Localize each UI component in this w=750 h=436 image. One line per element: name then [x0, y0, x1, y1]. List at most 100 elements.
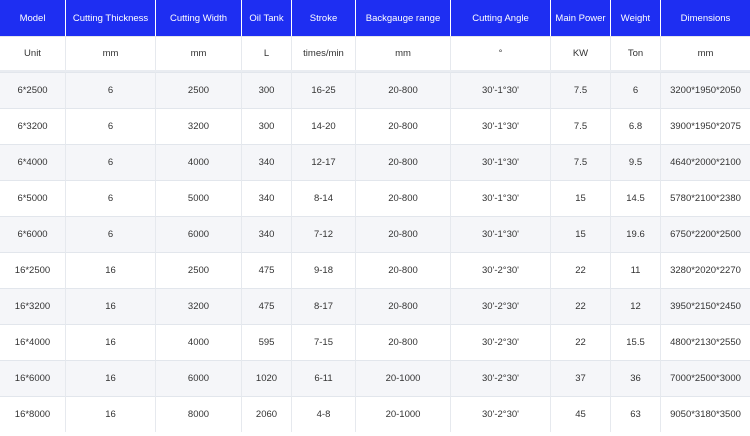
- table-cell: 1020: [242, 360, 292, 396]
- table-cell: 7-12: [292, 216, 356, 252]
- table-cell: 16: [66, 360, 156, 396]
- table-cell: 20-800: [356, 180, 451, 216]
- table-cell: 300: [242, 72, 292, 108]
- unit-cell: Unit: [0, 36, 66, 70]
- table-cell: 7000*2500*3000: [661, 360, 750, 396]
- table-cell: 4640*2000*2100: [661, 144, 750, 180]
- table-cell: 22: [551, 252, 611, 288]
- table-cell: 3950*2150*2450: [661, 288, 750, 324]
- table-cell: 6750*2200*2500: [661, 216, 750, 252]
- table-cell: 7.5: [551, 72, 611, 108]
- table-cell: 30'-1°30': [451, 108, 551, 144]
- table-cell: 7.5: [551, 108, 611, 144]
- table-cell: 4000: [156, 144, 242, 180]
- table-cell: 20-800: [356, 324, 451, 360]
- table-cell: 9050*3180*3500: [661, 396, 750, 432]
- table-cell: 6000: [156, 216, 242, 252]
- header-main-power: Main Power: [551, 0, 611, 36]
- table-cell: 9-18: [292, 252, 356, 288]
- table-row: 16*4000 16 4000 595 7-15 20-800 30'-2°30' 22 15.…: [0, 324, 750, 360]
- table-cell: 16*4000: [0, 324, 66, 360]
- table-cell: 63: [611, 396, 661, 432]
- table-cell: 2500: [156, 72, 242, 108]
- table-cell: 14.5: [611, 180, 661, 216]
- table-cell: 16*3200: [0, 288, 66, 324]
- table-cell: 20-800: [356, 252, 451, 288]
- table-cell: 8-14: [292, 180, 356, 216]
- header-model: Model: [0, 0, 66, 36]
- table-cell: 340: [242, 180, 292, 216]
- table-cell: 15: [551, 216, 611, 252]
- table-cell: 6*5000: [0, 180, 66, 216]
- unit-cell: mm: [356, 36, 451, 70]
- table-cell: 16: [66, 324, 156, 360]
- table-row: 16*2500 16 2500 475 9-18 20-800 30'-2°30' 22 11 3…: [0, 252, 750, 288]
- table-cell: 20-800: [356, 144, 451, 180]
- table-cell: 6: [66, 216, 156, 252]
- header-cutting-thickness: Cutting Thickness: [66, 0, 156, 36]
- header-weight: Weight: [611, 0, 661, 36]
- table-cell: 4-8: [292, 396, 356, 432]
- table-cell: 595: [242, 324, 292, 360]
- table-cell: 475: [242, 252, 292, 288]
- table-row: 6*3200 6 3200 300 14-20 20-800 30'-1°30' 7.5 6.8…: [0, 108, 750, 144]
- table-cell: 30'-1°30': [451, 216, 551, 252]
- table-row: 16*8000 16 8000 2060 4-8 20-1000 30'-2°30' 45 63…: [0, 396, 750, 432]
- table-cell: 6-11: [292, 360, 356, 396]
- header-stroke: Stroke: [292, 0, 356, 36]
- unit-cell: Ton: [611, 36, 661, 70]
- header-row: Model Cutting Thickness Cutting Width Oi…: [0, 0, 750, 36]
- table-cell: 7-15: [292, 324, 356, 360]
- unit-cell: °: [451, 36, 551, 70]
- table-cell: 12: [611, 288, 661, 324]
- unit-cell: mm: [156, 36, 242, 70]
- table-cell: 30'-1°30': [451, 180, 551, 216]
- unit-cell: times/min: [292, 36, 356, 70]
- table-cell: 2500: [156, 252, 242, 288]
- table-body: Unit mm mm Ltimes/min mm ° KW Ton mm 6*2500 6 2500 3…: [0, 36, 750, 432]
- table-row: 6*6000 6 6000 340 7-12 20-800 30'-1°30' 15 19.6 6…: [0, 216, 750, 252]
- table-cell: 300: [242, 108, 292, 144]
- table-cell: 15: [551, 180, 611, 216]
- table-cell: 22: [551, 288, 611, 324]
- table-cell: 30'-2°30': [451, 360, 551, 396]
- table-cell: 6*2500: [0, 72, 66, 108]
- table-cell: 340: [242, 216, 292, 252]
- table-cell: 20-1000: [356, 396, 451, 432]
- table-cell: 22: [551, 324, 611, 360]
- table-cell: 5000: [156, 180, 242, 216]
- table-cell: 16*8000: [0, 396, 66, 432]
- table-cell: 6*4000: [0, 144, 66, 180]
- table-cell: 16: [66, 396, 156, 432]
- header-cutting-angle: Cutting Angle: [451, 0, 551, 36]
- table-cell: 19.6: [611, 216, 661, 252]
- table-cell: 4800*2130*2550: [661, 324, 750, 360]
- table-cell: 20-800: [356, 216, 451, 252]
- table-cell: 475: [242, 288, 292, 324]
- table-cell: 14-20: [292, 108, 356, 144]
- table-cell: 3900*1950*2075: [661, 108, 750, 144]
- table-cell: 16*6000: [0, 360, 66, 396]
- table-cell: 30'-2°30': [451, 252, 551, 288]
- table-cell: 20-800: [356, 288, 451, 324]
- unit-cell: mm: [661, 36, 750, 70]
- table-cell: 6: [611, 72, 661, 108]
- table-row: 16*3200 16 3200 475 8-17 20-800 30'-2°30' 22 12 3…: [0, 288, 750, 324]
- table-cell: 7.5: [551, 144, 611, 180]
- table-row: 6*4000 6 4000 340 12-17 20-800 30'-1°30' 7.5 9.5…: [0, 144, 750, 180]
- table-cell: 16*2500: [0, 252, 66, 288]
- table-cell: 3280*2020*2270: [661, 252, 750, 288]
- header-backgauge-range: Backgauge range: [356, 0, 451, 36]
- header-cutting-width: Cutting Width: [156, 0, 242, 36]
- table-cell: 8000: [156, 396, 242, 432]
- table-cell: 6: [66, 144, 156, 180]
- table-cell: 20-800: [356, 72, 451, 108]
- table-cell: 12-17: [292, 144, 356, 180]
- table-cell: 16: [66, 252, 156, 288]
- table-cell: 30'-2°30': [451, 324, 551, 360]
- table-row: 6*5000 6 5000 340 8-14 20-800 30'-1°30' 15 14.5 5…: [0, 180, 750, 216]
- unit-cell: KW: [551, 36, 611, 70]
- table-cell: 36: [611, 360, 661, 396]
- table-row: 6*2500 6 2500 300 16-25 20-800 30'-1°30' 7.5 6 32…: [0, 72, 750, 108]
- table-cell: 9.5: [611, 144, 661, 180]
